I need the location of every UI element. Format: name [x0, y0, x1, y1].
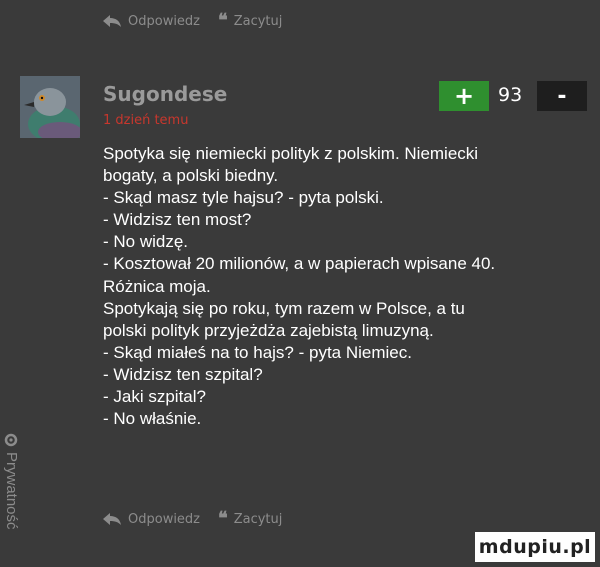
comment-body: Spotyka się niemiecki polityk z polskim.…: [103, 143, 573, 430]
reply-button-bottom[interactable]: Odpowiedz: [102, 512, 200, 527]
avatar[interactable]: [20, 76, 80, 138]
comment-line: - Jaki szpital?: [103, 387, 206, 407]
comment-line: Spotyka się niemiecki polityk z polskim.…: [103, 144, 479, 163]
reply-button-top[interactable]: Odpowiedz: [102, 14, 200, 29]
reply-arrow-icon: [102, 512, 122, 526]
comment-line: - Widzisz ten most?: [103, 210, 252, 230]
post-time[interactable]: 1 dzień temu: [103, 113, 188, 128]
quote-label: Zacytuj: [233, 511, 283, 527]
site-logo: mdupiu.pl: [475, 532, 595, 562]
upvote-button[interactable]: +: [439, 81, 489, 111]
privacy-label: Prywatność: [3, 452, 20, 530]
comment-line: bogaty, a polski biedny.: [103, 166, 279, 186]
quote-icon: ❝: [218, 10, 228, 31]
comment-line: Różnica moja.: [103, 276, 211, 296]
comment-line: - No właśnie.: [103, 409, 202, 429]
quote-button-top[interactable]: ❝ Zacytuj: [218, 12, 282, 30]
reply-label: Odpowiedz: [128, 511, 201, 527]
reply-label: Odpowiedz: [128, 13, 201, 29]
comment-line: - Widzisz ten szpital?: [103, 364, 263, 384]
comment-line: - Kosztował 20 milionów, a w papierach w…: [103, 254, 496, 274]
vote-score: 93: [498, 84, 523, 106]
reply-arrow-icon: [102, 14, 122, 28]
comment-line: Spotykają się po roku, tym razem w Polsc…: [103, 298, 465, 318]
quote-button-bottom[interactable]: ❝ Zacytuj: [218, 510, 282, 528]
comment-line: - Skąd masz tyle hajsu? - pyta polski.: [103, 188, 384, 208]
bottom-action-bar: Odpowiedz ❝ Zacytuj: [102, 510, 282, 528]
author-name[interactable]: Sugondese: [103, 82, 227, 106]
top-action-bar: Odpowiedz ❝ Zacytuj: [102, 12, 282, 30]
gear-icon: [4, 433, 18, 447]
pigeon-avatar-icon: [20, 76, 80, 138]
quote-icon: ❝: [218, 508, 228, 529]
downvote-button[interactable]: -: [537, 81, 587, 111]
comment-line: - No widzę.: [103, 232, 189, 252]
quote-label: Zacytuj: [233, 13, 283, 29]
comment-line: polski polityk przyjeżdża zajebistą limu…: [103, 320, 434, 340]
privacy-side-watermark[interactable]: Prywatność: [0, 430, 22, 567]
comment-line: - Skąd miałeś na to hajs? - pyta Niemiec…: [103, 342, 412, 362]
